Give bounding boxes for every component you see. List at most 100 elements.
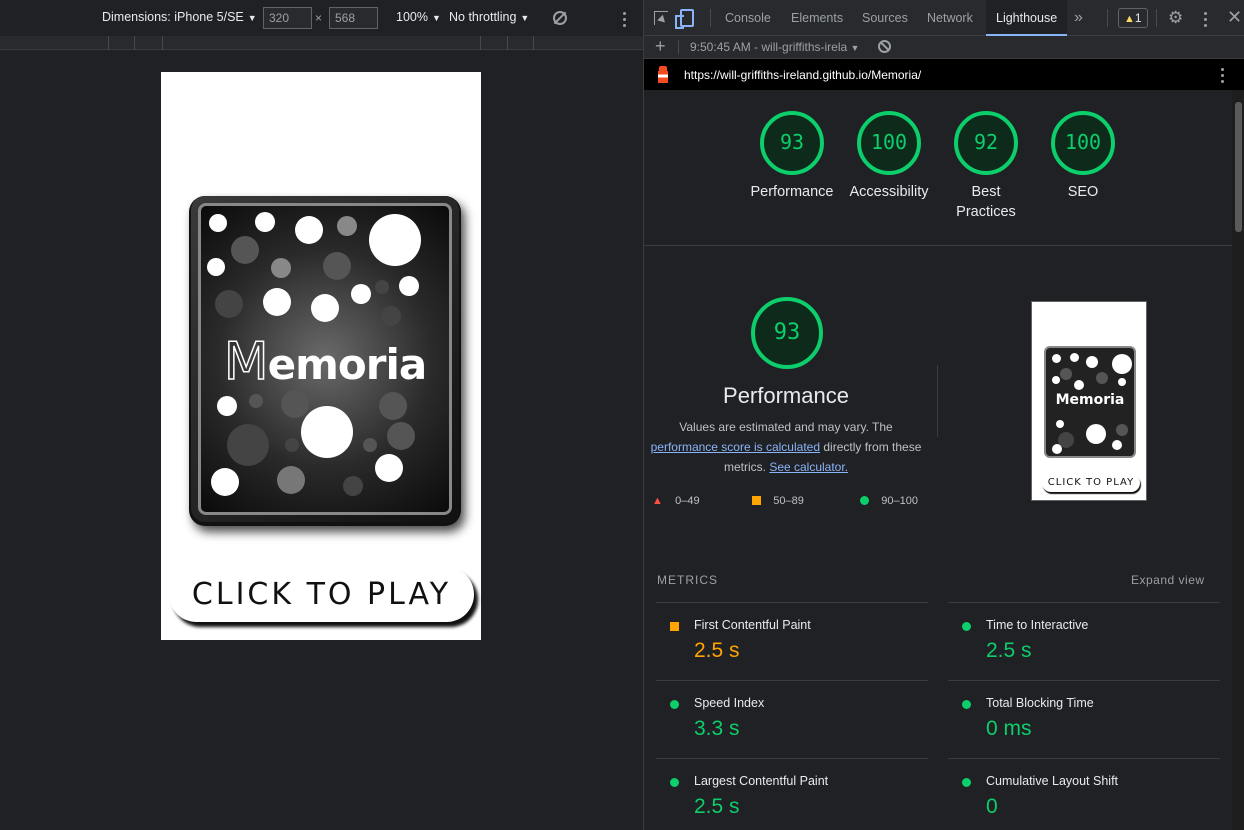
dot [281,390,309,418]
times-symbol: × [315,11,323,25]
performance-gauge-large: 93 [750,296,824,370]
gauge-score: 100 [870,130,908,154]
dot [207,258,225,276]
gauge-score: 100 [1064,130,1102,154]
dot [1070,353,1079,362]
gauge-performance[interactable]: 93 Performance [742,110,842,202]
height-input[interactable]: 568 [329,7,378,29]
memoria-logo-card: Memoria [191,196,459,522]
metric-label: Largest Contentful Paint [694,774,829,788]
expand-view-toggle[interactable]: Expand view [1131,573,1205,587]
divider [678,40,679,54]
rotate-icon[interactable] [553,11,567,25]
legend-range: 90–100 [881,495,918,507]
metric-label: Speed Index [694,696,765,710]
metric-label: Time to Interactive [986,618,1089,632]
dot [351,284,371,304]
report-select[interactable]: 9:50:45 AM - will-griffiths-irela ▼ [690,40,859,54]
tab-lighthouse[interactable]: Lighthouse [986,0,1068,36]
metric-label: Cumulative Layout Shift [986,774,1119,788]
tab-sources[interactable]: Sources [862,0,908,36]
scrollbar-thumb[interactable] [1235,102,1242,232]
dot [285,438,299,452]
more-options-icon[interactable] [1204,12,1208,30]
metric-largest-contentful-paint: Largest Contentful Paint 2.5 s [656,758,928,830]
dot [301,406,353,458]
performance-description: Values are estimated and may vary. The p… [648,417,924,477]
metrics-heading: METRICS [657,573,718,587]
dot [379,392,407,420]
report-url-bar: https://will-griffiths-ireland.github.io… [644,59,1244,90]
metric-cumulative-layout-shift: Cumulative Layout Shift 0 [948,758,1220,830]
dot [255,212,275,232]
inspect-element-icon[interactable] [654,11,668,25]
chevron-down-icon: ▼ [247,13,257,23]
width-input[interactable]: 320 [263,7,312,29]
metric-value: 3.3 s [694,717,740,740]
gauge-label: Best [971,184,1001,200]
media-query-ruler[interactable] [0,36,643,50]
more-options-icon[interactable] [623,12,627,30]
zoom-label: 100% [396,10,428,24]
devtools-pane: Console Elements Sources Network Lightho… [643,0,1244,830]
metric-speed-index: Speed Index 3.3 s [656,680,928,758]
tab-console[interactable]: Console [725,0,771,36]
dot [1086,356,1098,368]
dot [1052,444,1062,454]
dot [369,214,421,266]
see-calculator-link[interactable]: See calculator. [769,460,848,474]
device-emulation-pane: Dimensions: iPhone 5/SE ▼ 320 × 568 100% ▼… [0,0,643,830]
plus-icon[interactable]: + [655,36,666,56]
triangle-icon: ▲ [652,495,663,507]
circle-icon [860,496,869,505]
gauge-best-practices[interactable]: 92 Best Practices [936,110,1036,222]
score-calculated-link[interactable]: performance score is calculated [651,440,820,454]
gauge-accessibility[interactable]: 100 Accessibility [839,110,939,202]
dot [311,294,339,322]
lighthouse-toolbar: + 9:50:45 AM - will-griffiths-irela ▼ [644,36,1244,59]
metric-label: Total Blocking Time [986,696,1094,710]
dot [1052,376,1060,384]
warnings-badge[interactable]: ▲1 [1118,8,1148,28]
zoom-select[interactable]: 100% ▼ [396,10,441,24]
click-to-play-button[interactable]: CLICK TO PLAY [169,567,474,622]
device-dimensions-label: Dimensions: iPhone 5/SE [102,10,244,24]
throttling-select[interactable]: No throttling ▼ [449,10,529,24]
report-url[interactable]: https://will-griffiths-ireland.github.io… [684,68,921,82]
desc-text: directly from these [823,440,922,454]
legend-fail: ▲ 0–49 [652,495,700,507]
dot [1116,424,1128,436]
final-screenshot-thumbnail[interactable]: Memoria CLICK TO PLAY [1031,301,1147,501]
chevron-down-icon: ▼ [850,43,860,53]
gear-icon[interactable]: ⚙ [1168,9,1184,26]
device-toolbar: Dimensions: iPhone 5/SE ▼ 320 × 568 100% ▼… [0,0,643,36]
device-toggle-icon[interactable] [675,9,694,29]
report-menu-icon[interactable] [1221,68,1225,86]
clear-icon[interactable] [878,40,891,53]
dot [323,252,351,280]
tab-elements[interactable]: Elements [791,0,843,36]
metric-value: 2.5 s [694,639,740,662]
dot [215,290,243,318]
gauge-label: Performance [750,184,834,200]
mini-logo-card: Memoria [1044,346,1136,458]
tab-network[interactable]: Network [927,0,973,36]
throttling-label: No throttling [449,10,517,24]
performance-title: Performance [723,383,849,408]
divider [937,365,938,437]
mini-logo-text: Memoria [1055,392,1125,408]
close-icon[interactable]: ✕ [1227,8,1242,26]
pass-circle-icon [962,700,971,709]
chevron-down-icon: ▼ [520,13,530,23]
more-tabs-icon[interactable]: » [1074,0,1083,36]
divider [1107,9,1108,27]
gauge-score: 93 [773,320,801,345]
report-scrollbar[interactable] [1232,90,1244,830]
lighthouse-report: 93 Performance 100 Accessibility 92 Best… [644,90,1232,830]
desc-text: metrics. [723,460,766,474]
devtools-tab-bar: Console Elements Sources Network Lightho… [644,0,1244,36]
dot [211,468,239,496]
metric-value: 2.5 s [694,795,740,818]
gauge-seo[interactable]: 100 SEO [1033,110,1133,202]
device-dimensions-select[interactable]: Dimensions: iPhone 5/SE ▼ [102,10,257,24]
